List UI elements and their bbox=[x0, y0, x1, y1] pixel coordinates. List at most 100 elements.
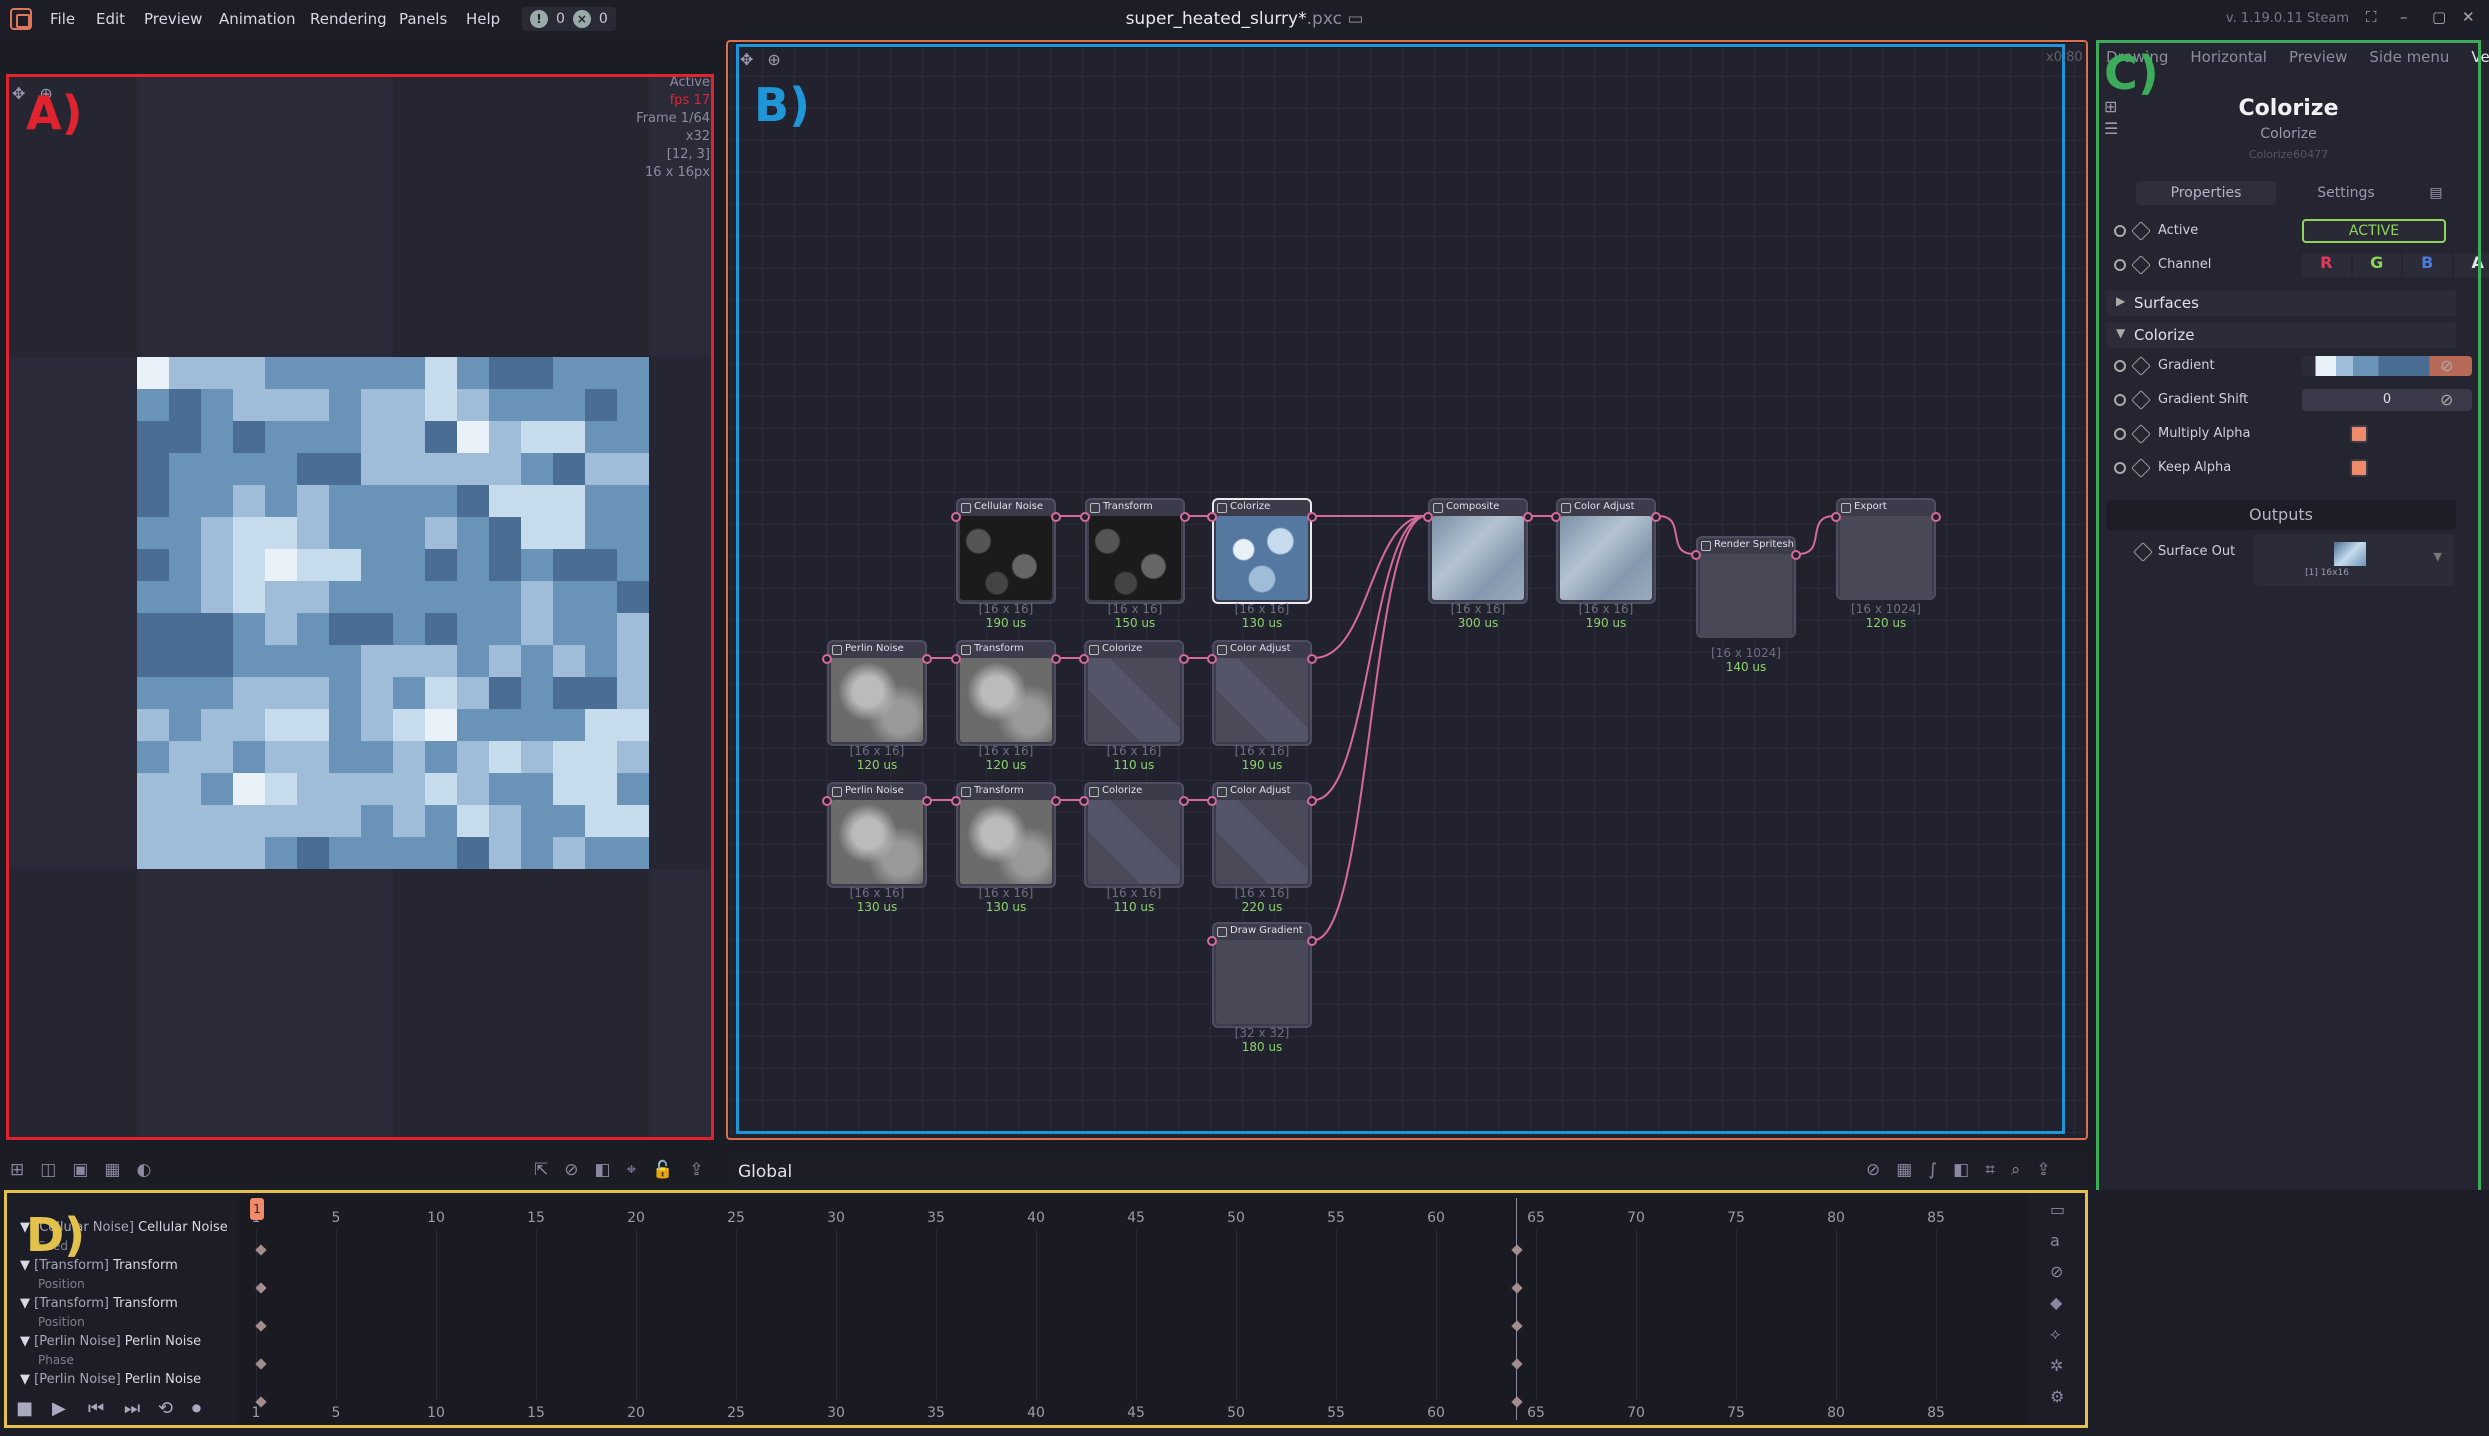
node-port[interactable] bbox=[1791, 550, 1801, 560]
section-colorize[interactable]: ▼ Colorize bbox=[2106, 322, 2456, 348]
tl-settings-icon[interactable]: ✲ bbox=[2050, 1356, 2065, 1375]
node-port[interactable] bbox=[922, 796, 932, 806]
link-icon[interactable] bbox=[2131, 458, 2151, 478]
node-port[interactable] bbox=[1051, 654, 1061, 664]
frame-icon[interactable]: ▣ bbox=[72, 1160, 88, 1182]
node-port[interactable] bbox=[1831, 512, 1841, 522]
layer-icon[interactable]: ◧ bbox=[595, 1160, 611, 1182]
channel-a[interactable]: A bbox=[2453, 253, 2489, 277]
timeline-track[interactable]: ▼ [Perlin Noise] Perlin Noise bbox=[20, 1334, 201, 1349]
link-icon[interactable]: ⊘ bbox=[564, 1160, 578, 1182]
graph-move-icon[interactable]: ✥ bbox=[740, 50, 753, 69]
anim-dot-icon[interactable] bbox=[2114, 428, 2126, 440]
crosshair-icon[interactable]: ⌖ bbox=[627, 1160, 637, 1182]
anim-dot-icon[interactable] bbox=[2114, 225, 2126, 237]
grid-icon[interactable]: ▦ bbox=[104, 1160, 120, 1182]
node-port[interactable] bbox=[922, 654, 932, 664]
tab-side-menu[interactable]: Side menu bbox=[2369, 48, 2449, 66]
preview-panel[interactable]: Active fps 17 Frame 1/64 x32 [12, 3] 16 … bbox=[8, 74, 714, 1140]
node-port[interactable] bbox=[1207, 796, 1217, 806]
chevron-down-icon[interactable]: ▼ bbox=[20, 1296, 34, 1311]
graph-export-icon[interactable]: ⇪ bbox=[2036, 1160, 2050, 1182]
node-port[interactable] bbox=[1691, 550, 1701, 560]
anim-dot-icon[interactable] bbox=[2114, 394, 2126, 406]
graph-zoom-icon[interactable]: ⊕ bbox=[767, 50, 780, 69]
graph-node[interactable]: Color Adjust bbox=[1207, 782, 1317, 888]
graph-node[interactable]: Export bbox=[1831, 498, 1941, 600]
node-port[interactable] bbox=[1423, 512, 1433, 522]
node-port[interactable] bbox=[951, 654, 961, 664]
graph-layer-icon[interactable]: ◧ bbox=[1953, 1160, 1969, 1182]
timeline-track[interactable]: ▼ [Transform] Transform bbox=[20, 1296, 178, 1311]
node-port[interactable] bbox=[1080, 512, 1090, 522]
chevron-down-icon[interactable]: ▼ bbox=[2434, 550, 2442, 563]
track-property[interactable]: Phase bbox=[38, 1353, 74, 1367]
node-port[interactable] bbox=[1179, 654, 1189, 664]
split-view-icon[interactable]: ◫ bbox=[40, 1160, 56, 1182]
move-icon[interactable]: ✥ bbox=[12, 84, 25, 103]
minimize-icon[interactable]: – bbox=[2400, 8, 2408, 26]
ease-icon[interactable]: ⟡ bbox=[2050, 1324, 2065, 1344]
node-port[interactable] bbox=[1307, 512, 1317, 522]
gradient-shift-map-icon[interactable]: ⊘ bbox=[2440, 390, 2453, 409]
play-icon[interactable]: ▶ bbox=[52, 1398, 66, 1419]
node-port[interactable] bbox=[1523, 512, 1533, 522]
gear-icon[interactable]: ⚙ bbox=[2050, 1387, 2065, 1406]
curve-icon[interactable]: ∫ bbox=[1928, 1160, 1937, 1182]
channel-icon[interactable]: ◐ bbox=[136, 1160, 151, 1182]
graph-node[interactable]: Composite bbox=[1423, 498, 1533, 604]
graph-node[interactable]: Colorize bbox=[1079, 640, 1189, 746]
chevron-down-icon[interactable]: ▼ bbox=[20, 1372, 34, 1387]
graph-node[interactable]: Transform bbox=[951, 782, 1061, 888]
graph-node[interactable]: Draw Gradient bbox=[1207, 922, 1317, 1028]
upload-icon[interactable]: ⇪ bbox=[689, 1160, 703, 1182]
stop-icon[interactable]: ■ bbox=[16, 1398, 33, 1419]
node-port[interactable] bbox=[1307, 654, 1317, 664]
node-port[interactable] bbox=[1179, 796, 1189, 806]
graph-node[interactable]: Render Spritesheet bbox=[1691, 536, 1801, 638]
node-port[interactable] bbox=[1079, 796, 1089, 806]
node-port[interactable] bbox=[1651, 512, 1661, 522]
node-port[interactable] bbox=[1207, 654, 1217, 664]
link-icon[interactable] bbox=[2131, 255, 2151, 275]
timeline-track-area[interactable] bbox=[238, 1196, 2028, 1426]
node-port[interactable] bbox=[1307, 936, 1317, 946]
graph-node[interactable]: Color Adjust bbox=[1207, 640, 1317, 746]
link-icon[interactable] bbox=[2131, 221, 2151, 241]
rename-icon[interactable]: a bbox=[2050, 1231, 2065, 1250]
link-icon[interactable] bbox=[2131, 356, 2151, 376]
graph-link-icon[interactable]: ⊘ bbox=[1866, 1160, 1880, 1182]
node-port[interactable] bbox=[1307, 796, 1317, 806]
fullscreen-icon[interactable]: ⛶ bbox=[2366, 8, 2377, 26]
tab-vertical[interactable]: Vertic bbox=[2471, 48, 2489, 66]
node-port[interactable] bbox=[1551, 512, 1561, 522]
link-icon[interactable] bbox=[2131, 390, 2151, 410]
timeline-track[interactable]: ▼ [Perlin Noise] Perlin Noise bbox=[20, 1372, 201, 1387]
anim-dot-icon[interactable] bbox=[2114, 259, 2126, 271]
channel-b[interactable]: B bbox=[2403, 253, 2452, 277]
tab-preview[interactable]: Preview bbox=[2289, 48, 2347, 66]
folder-icon[interactable]: ▭ bbox=[2050, 1200, 2065, 1219]
active-toggle[interactable]: ACTIVE bbox=[2302, 219, 2446, 243]
graph-snap-icon[interactable]: ⌗ bbox=[1985, 1160, 1995, 1182]
anim-dot-icon[interactable] bbox=[2114, 360, 2126, 372]
tab-horizontal[interactable]: Horizontal bbox=[2190, 48, 2267, 66]
tl-link-icon[interactable]: ⊘ bbox=[2050, 1262, 2065, 1281]
link-icon[interactable] bbox=[2133, 542, 2153, 562]
node-port[interactable] bbox=[1931, 512, 1941, 522]
graph-node[interactable]: Transform bbox=[951, 640, 1061, 746]
track-property[interactable]: Position bbox=[38, 1277, 85, 1291]
comment-icon[interactable]: ▤ bbox=[2416, 181, 2456, 205]
graph-node[interactable]: Colorize bbox=[1207, 498, 1317, 604]
graph-node[interactable]: Colorize bbox=[1079, 782, 1189, 888]
node-port[interactable] bbox=[1051, 512, 1061, 522]
keyframe-icon[interactable]: ◆ bbox=[2050, 1293, 2065, 1312]
node-port[interactable] bbox=[1079, 654, 1089, 664]
section-surfaces[interactable]: ▶ Surfaces bbox=[2106, 290, 2456, 316]
chevron-down-icon[interactable]: ▼ bbox=[20, 1334, 34, 1349]
folder-icon[interactable]: ▭ bbox=[1347, 9, 1363, 29]
render-icon[interactable]: ⏺ bbox=[192, 1398, 201, 1419]
node-port[interactable] bbox=[1180, 512, 1190, 522]
anim-dot-icon[interactable] bbox=[2114, 462, 2126, 474]
previous-frame-icon[interactable]: ⏮ bbox=[88, 1398, 104, 1419]
